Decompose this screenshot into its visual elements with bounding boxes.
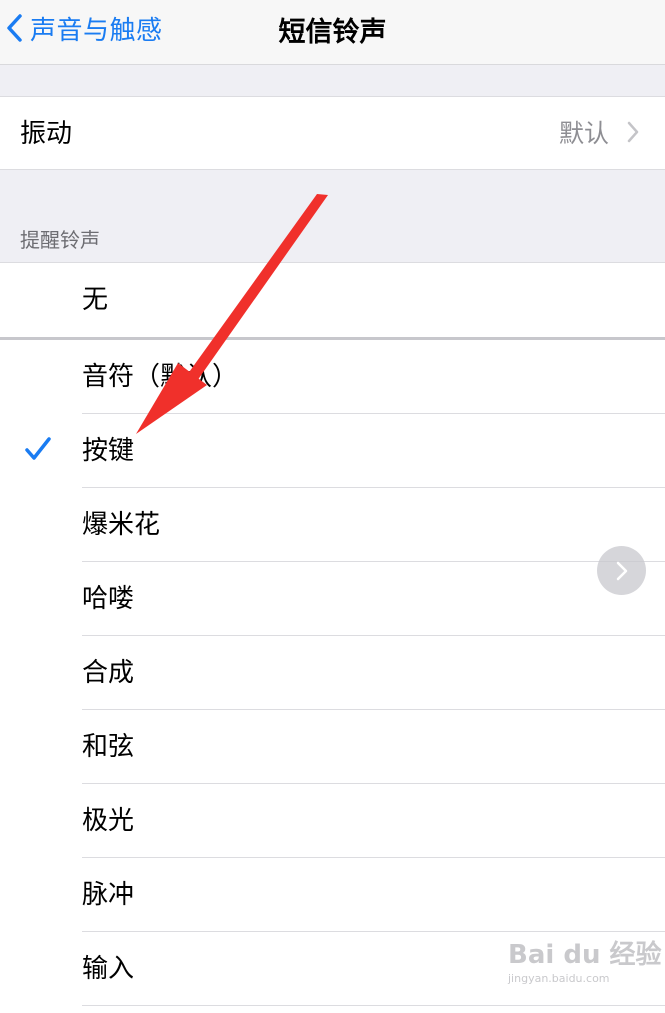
tone-label: 无 — [82, 285, 109, 315]
page-title: 短信铃声 — [278, 17, 387, 48]
tone-list: 无 音符（默认） 按键 爆米花 哈喽 合成 和弦 极光 脉冲 输入 — [0, 262, 665, 1013]
tone-label: 和弦 — [82, 732, 135, 762]
tone-row-none[interactable]: 无 — [0, 263, 665, 337]
row-separator — [82, 1005, 665, 1006]
tone-label: 脉冲 — [82, 880, 135, 910]
tone-row-keys[interactable]: 按键 — [0, 414, 665, 488]
tone-row-note[interactable]: 音符（默认） — [0, 340, 665, 414]
vibration-group: 振动 默认 — [0, 96, 665, 170]
tone-row-chord[interactable]: 和弦 — [0, 710, 665, 784]
tone-row-popcorn[interactable]: 爆米花 — [0, 488, 665, 562]
checkmark-icon — [25, 437, 51, 460]
section-header: 提醒铃声 — [20, 228, 100, 252]
watermark-url: jingyan.baidu.com — [508, 972, 610, 985]
navigation-bar: 声音与触感 短信铃声 — [0, 0, 665, 65]
tone-label: 极光 — [82, 806, 135, 836]
tone-row-aurora[interactable]: 极光 — [0, 784, 665, 858]
vibration-row[interactable]: 振动 默认 — [0, 97, 665, 169]
vibration-value: 默认 — [558, 119, 609, 148]
tone-label: 合成 — [82, 658, 135, 688]
tone-label: 哈喽 — [82, 584, 135, 614]
tone-row-synth[interactable]: 合成 — [0, 636, 665, 710]
tone-row-pulse[interactable]: 脉冲 — [0, 858, 665, 932]
tone-label: 音符（默认） — [82, 362, 239, 392]
chevron-right-icon — [616, 561, 627, 580]
vibration-label: 振动 — [20, 119, 73, 149]
tone-label: 爆米花 — [82, 510, 161, 540]
tone-row-hello[interactable]: 哈喽 — [0, 562, 665, 636]
watermark: Bai du 经验 jingyan.baidu.com — [508, 940, 662, 985]
chevron-right-icon — [627, 121, 639, 143]
tone-label: 输入 — [82, 954, 135, 984]
forward-button[interactable] — [597, 546, 646, 595]
watermark-logo: Bai du 经验 — [508, 940, 662, 970]
tone-label: 按键 — [82, 436, 135, 466]
